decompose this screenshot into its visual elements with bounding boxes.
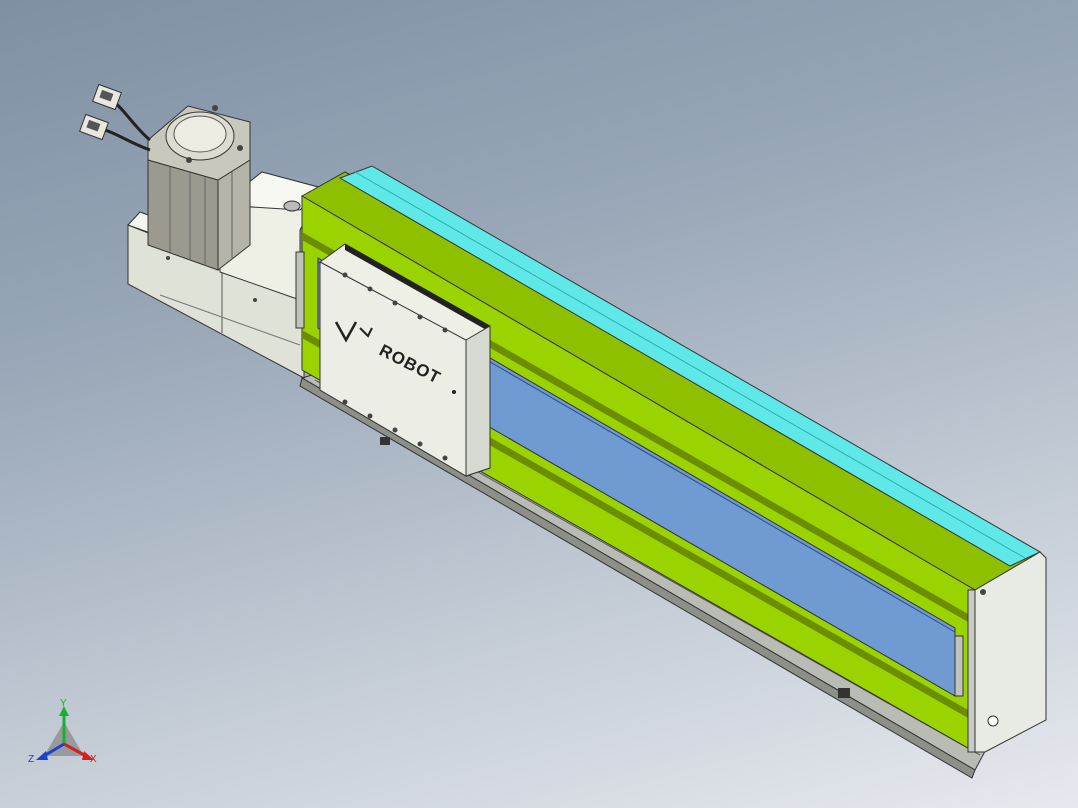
y-axis-label: Y [60,698,67,709]
cad-viewport[interactable]: ROBOT Y X Z [0,0,1078,808]
linear-module-model[interactable]: ROBOT Y X Z [0,0,1078,808]
z-axis-label: Z [28,754,34,765]
x-axis-label: X [90,754,97,765]
stepper-motor [147,105,251,272]
linear-axis-profile [300,165,1042,753]
connector-icon [92,83,122,111]
rail-clip [838,688,850,698]
axis-triad[interactable]: Y X Z [28,698,97,765]
rail-clip [380,437,390,445]
start-plate [295,251,305,329]
motor-cables [79,83,151,152]
connector-icon [79,113,109,141]
